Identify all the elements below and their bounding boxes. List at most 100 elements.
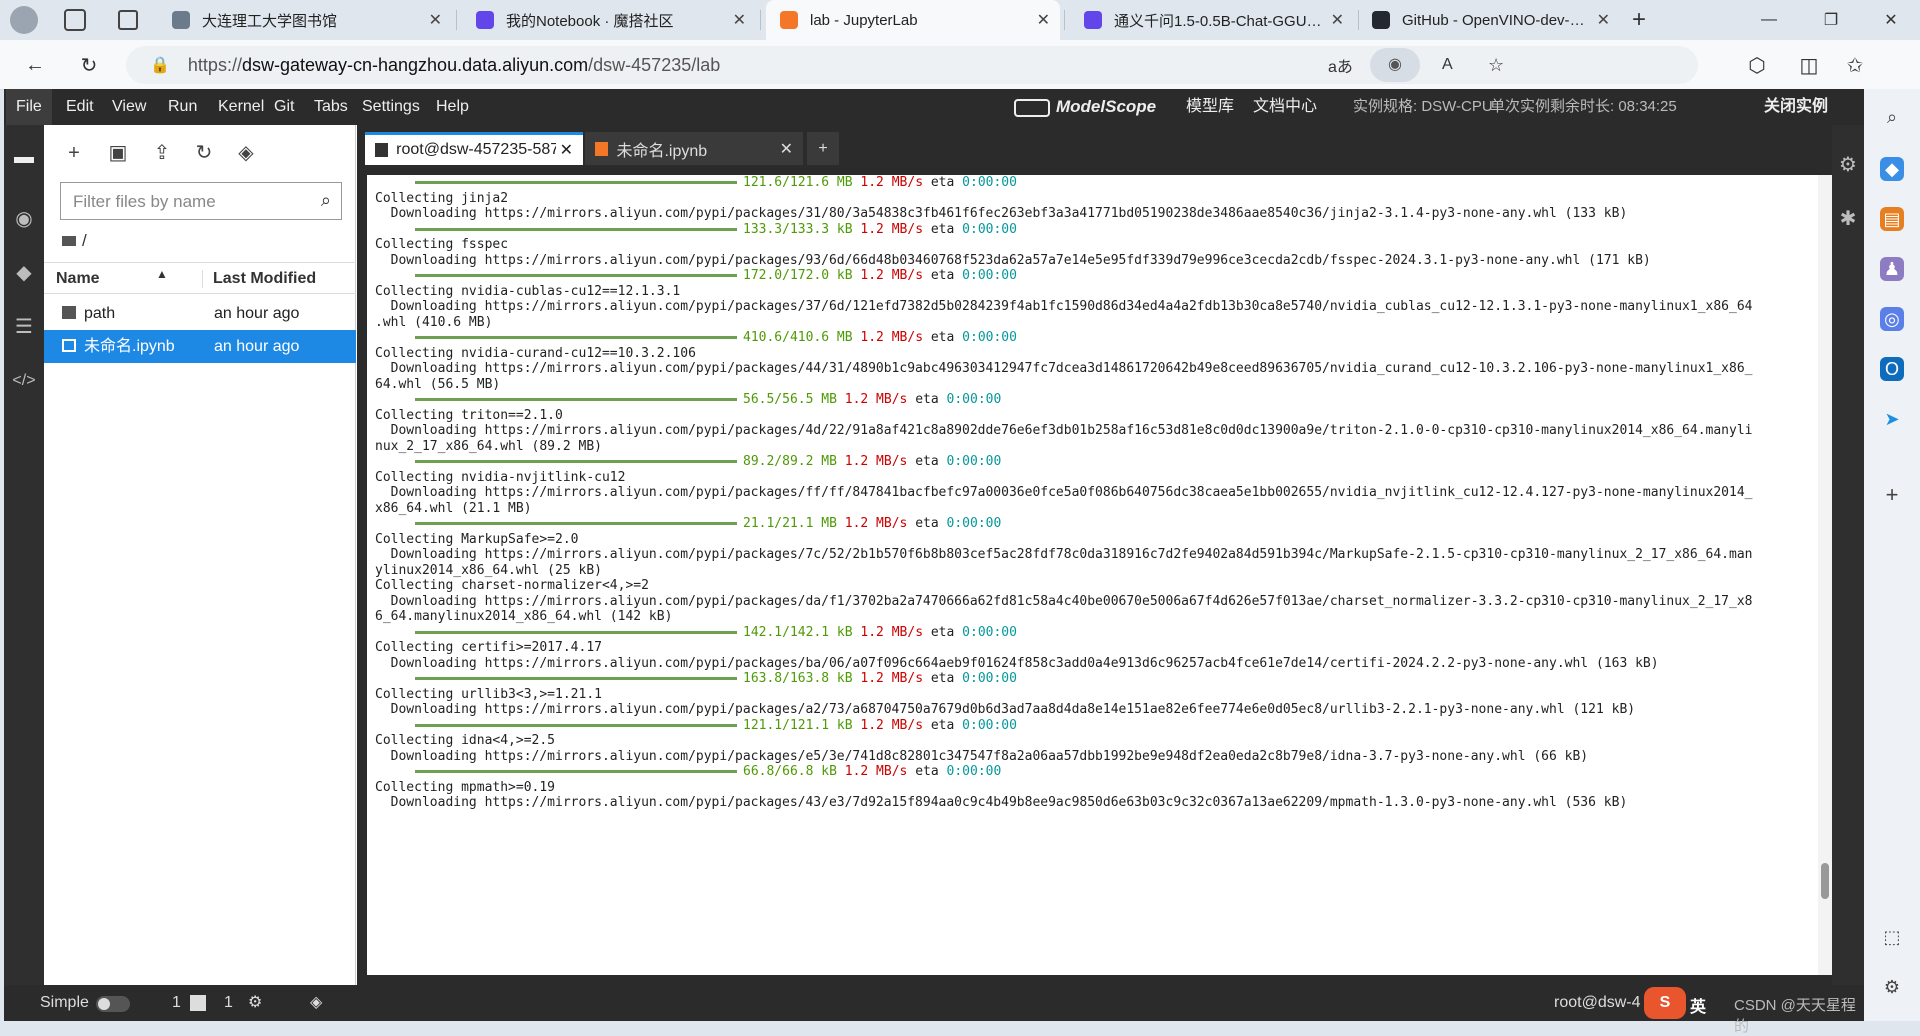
scrollbar-thumb[interactable] — [1821, 863, 1829, 899]
favorite-star-icon[interactable]: ☆ — [1488, 55, 1504, 76]
browser-tab[interactable]: 大连理工大学图书馆 ✕ — [158, 0, 452, 40]
close-tab-icon[interactable]: ✕ — [1597, 10, 1610, 30]
close-tab-icon[interactable]: ✕ — [560, 140, 573, 160]
progress-size: 133.3/133.3 kB — [743, 221, 853, 237]
tab-terminal[interactable]: root@dsw-457235-5878446✕ — [365, 132, 583, 165]
screenshot-icon[interactable]: ⬚ — [1880, 925, 1904, 949]
kernel-count[interactable]: 1 — [224, 994, 233, 1012]
menu-edit[interactable]: Edit — [56, 89, 104, 125]
docs-center-link[interactable]: 文档中心 — [1253, 89, 1317, 125]
progress-size: 56.5/56.5 MB — [743, 392, 837, 407]
add-sidebar-app-icon[interactable]: + — [1880, 483, 1904, 507]
git-icon[interactable]: ◆ — [12, 261, 36, 285]
menu-file[interactable]: File — [6, 89, 52, 125]
browser-tab[interactable]: 我的Notebook · 魔搭社区 ✕ — [462, 0, 756, 40]
shopping-icon[interactable]: ◆ — [1880, 157, 1904, 181]
menu-git[interactable]: Git — [264, 89, 304, 125]
browser-tab[interactable]: GitHub - OpenVINO-dev-contes ✕ — [1358, 0, 1620, 40]
close-tab-icon[interactable]: ✕ — [1037, 10, 1050, 30]
minimize-button[interactable]: — — [1746, 0, 1792, 40]
notebook-icon — [62, 339, 76, 352]
outlook-icon[interactable]: O — [1880, 357, 1904, 381]
new-tab-button[interactable]: + — [1632, 6, 1646, 34]
menu-settings[interactable]: Settings — [352, 89, 430, 125]
last-modified-column-header[interactable]: Last Modified — [202, 270, 316, 288]
menu-tabs[interactable]: Tabs — [304, 89, 358, 125]
close-tab-icon[interactable]: ✕ — [429, 10, 442, 30]
model-library-link[interactable]: 模型库 — [1186, 89, 1234, 125]
file-row[interactable]: 未命名.ipynb an hour ago — [44, 330, 356, 363]
kernel-settings-icon[interactable]: ⚙ — [248, 992, 262, 1012]
csdn-watermark: CSDN @天天星程的 — [1734, 997, 1856, 1035]
progress-bar — [415, 723, 737, 727]
favorites-icon[interactable]: ✩ — [1838, 48, 1872, 82]
send-icon[interactable]: ➤ — [1880, 407, 1904, 431]
copilot-icon[interactable]: ◎ — [1880, 307, 1904, 331]
debugger-icon[interactable]: ✱ — [1836, 207, 1860, 231]
tab-notebook[interactable]: 未命名.ipynb ✕ — [585, 132, 803, 165]
tab-terminal-label: root@dsw-457235-5878446 — [396, 141, 556, 158]
lock-icon[interactable]: 🔒 — [150, 55, 170, 75]
progress-line: 121.6/121.6 MB 1.2 MB/s eta 0:00:00 — [375, 175, 1820, 191]
close-window-button[interactable]: ✕ — [1868, 0, 1914, 40]
terminal-line: 6_64.manylinux2014_x86_64.whl (142 kB) — [375, 609, 673, 624]
tracking-prevention-icon[interactable]: ◉ — [1370, 48, 1420, 82]
menu-run[interactable]: Run — [158, 89, 207, 125]
menu-help[interactable]: Help — [426, 89, 479, 125]
code-snippets-icon[interactable]: </> — [12, 369, 36, 393]
git-status-icon[interactable]: ◈ — [310, 992, 322, 1012]
running-kernels-icon[interactable]: ◉ — [12, 207, 36, 231]
close-tab-icon[interactable]: ✕ — [780, 139, 793, 159]
new-launcher-button[interactable]: + — [62, 141, 86, 165]
restore-button[interactable]: ❐ — [1808, 0, 1854, 40]
property-inspector-icon[interactable]: ⚙ — [1836, 153, 1860, 177]
modelscope-logo[interactable]: ModelScope — [1014, 89, 1156, 125]
table-of-contents-icon[interactable]: ☰ — [12, 315, 36, 339]
sort-arrow-icon[interactable]: ▲ — [156, 267, 168, 281]
browser-tab[interactable]: 通义千问1.5-0.5B-Chat-GGUF · 模 ✕ — [1070, 0, 1354, 40]
close-instance-button[interactable]: 关闭实例 — [1764, 89, 1828, 125]
git-clone-button[interactable]: ◈ — [234, 141, 258, 165]
terminal-scrollbar[interactable] — [1818, 175, 1832, 975]
browser-tab-title: lab - JupyterLab — [810, 11, 918, 29]
read-aloud-icon[interactable]: A — [1442, 56, 1453, 74]
refresh-button[interactable]: ↻ — [72, 48, 106, 82]
games-icon[interactable]: ♟ — [1880, 257, 1904, 281]
file-browser-icon[interactable]: ▬ — [12, 145, 36, 169]
address-bar[interactable]: 🔒 https://dsw-gateway-cn-hangzhou.data.a… — [126, 46, 1698, 84]
breadcrumb[interactable]: / — [62, 231, 87, 251]
new-folder-button[interactable]: ▣ — [106, 141, 130, 165]
workspaces-icon[interactable] — [64, 9, 86, 31]
sidebar-settings-icon[interactable]: ⚙ — [1880, 975, 1904, 999]
close-tab-icon[interactable]: ✕ — [733, 10, 746, 30]
search-icon[interactable]: ⌕ — [1880, 105, 1904, 129]
translate-icon[interactable]: aあ — [1328, 53, 1353, 77]
back-button[interactable]: ← — [18, 48, 52, 82]
tools-icon[interactable]: ▤ — [1880, 207, 1904, 231]
progress-bar — [415, 336, 737, 339]
breadcrumb-root[interactable]: / — [82, 231, 87, 250]
extensions-icon[interactable]: ⬡ — [1740, 48, 1774, 82]
terminal-count[interactable]: 1 — [172, 994, 181, 1012]
name-column-header[interactable]: Name — [56, 270, 100, 288]
terminal-output[interactable]: 121.6/121.6 MB 1.2 MB/s eta 0:00:00 Colle… — [367, 175, 1820, 975]
eta-label: eta — [923, 671, 963, 686]
close-tab-icon[interactable]: ✕ — [1331, 10, 1344, 30]
ime-indicator[interactable]: S — [1644, 987, 1686, 1019]
split-screen-icon[interactable]: ◫ — [1792, 48, 1826, 82]
file-row[interactable]: path an hour ago — [44, 297, 356, 330]
refresh-files-button[interactable]: ↻ — [192, 141, 216, 165]
browser-tab[interactable]: lab - JupyterLab ✕ — [766, 0, 1060, 40]
ime-language[interactable]: 英 — [1690, 993, 1706, 1017]
upload-button[interactable]: ⇪ — [150, 141, 174, 165]
tab-actions-icon[interactable] — [118, 10, 138, 30]
profile-avatar[interactable] — [10, 6, 38, 34]
eta-label: eta — [907, 454, 947, 469]
filter-files-input[interactable]: Filter files by name ⌕ — [60, 182, 342, 220]
menu-view[interactable]: View — [102, 89, 156, 125]
progress-line: 121.1/121.1 kB 1.2 MB/s eta 0:00:00 — [375, 718, 1820, 734]
new-tab-plus-button[interactable]: + — [807, 132, 839, 165]
terminal-status-icon[interactable] — [190, 995, 206, 1011]
simple-mode-toggle[interactable] — [96, 996, 130, 1012]
browser-tab-title: 通义千问1.5-0.5B-Chat-GGUF · 模 — [1114, 12, 1323, 30]
